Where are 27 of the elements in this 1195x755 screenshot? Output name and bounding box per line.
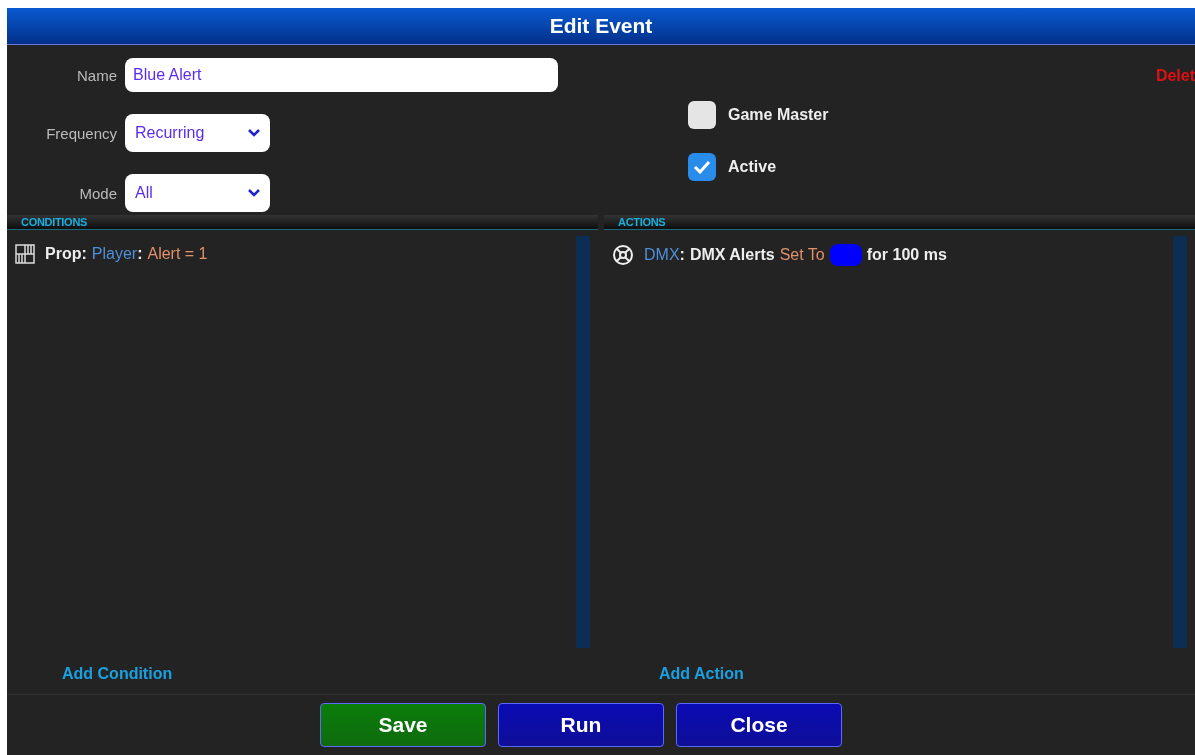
item-text: DMX: DMX Alerts Set To for 100 ms [644, 244, 947, 266]
chevron-icon [248, 189, 260, 197]
add-link[interactable]: Add Action [659, 665, 744, 683]
checkbox-label: Active [728, 158, 777, 176]
field-label: Name [76, 66, 117, 84]
scrollbar[interactable] [1173, 236, 1187, 648]
dialog-button[interactable]: Save [320, 703, 486, 747]
chevron-icon [248, 129, 260, 137]
checkbox[interactable] [688, 101, 716, 129]
field-label: Mode [78, 184, 117, 202]
select-field[interactable]: Recurring [125, 114, 270, 152]
name-field[interactable]: Blue Alert [125, 58, 558, 92]
dialog-button[interactable]: Close [676, 703, 842, 747]
dialog-button[interactable]: Run [498, 703, 664, 747]
checkbox-label: Game Master [728, 106, 829, 124]
panel-header: CONDITIONS [7, 215, 598, 230]
grid-icon [15, 244, 35, 264]
field-label: Frequency [45, 124, 117, 142]
add-link[interactable]: Add Condition [62, 665, 173, 683]
item-text: Prop: Player: Alert = 1 [45, 245, 208, 263]
checkbox[interactable] [688, 153, 716, 181]
wheel-icon [612, 244, 634, 266]
window-title: Edit Event [7, 8, 1195, 45]
checkmark-icon [693, 160, 711, 174]
panel-header: ACTIONS [604, 215, 1195, 230]
scrollbar[interactable] [576, 236, 590, 648]
select-field[interactable]: All [125, 174, 270, 212]
